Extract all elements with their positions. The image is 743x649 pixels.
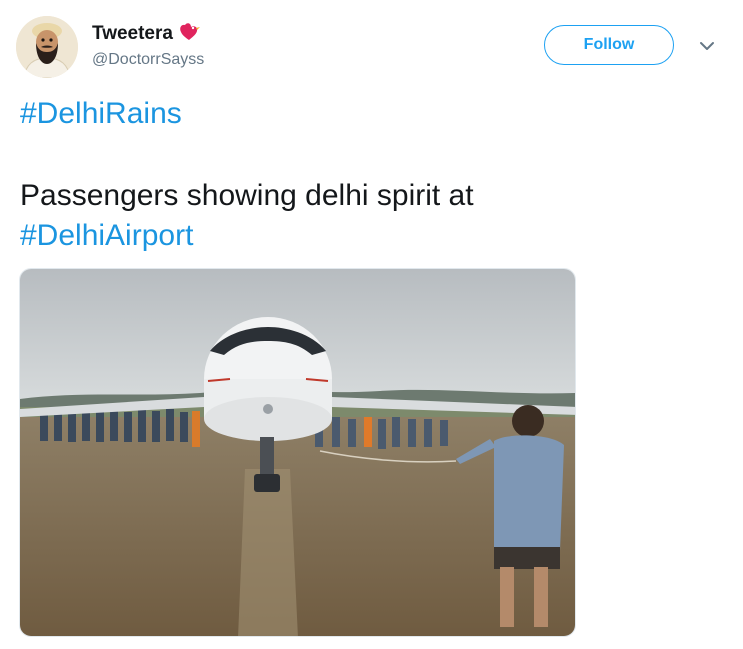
tweet-text-line: Passengers showing delhi spirit at <box>20 179 474 212</box>
bird-heart-icon <box>177 20 201 47</box>
tweet-text: Passengers showing delhi spirit at #Delh… <box>20 176 660 256</box>
chevron-down-icon[interactable] <box>697 38 717 54</box>
hashtag-link[interactable]: #DelhiAirport <box>20 219 193 252</box>
tweet-card: Tweetera @DoctorrSayss Follow #DelhiRain… <box>0 0 743 649</box>
hashtag-link[interactable]: #DelhiRains <box>20 95 182 133</box>
follow-button[interactable]: Follow <box>544 25 674 65</box>
display-name[interactable]: Tweetera <box>92 23 173 45</box>
user-handle[interactable]: @DoctorrSayss <box>92 51 204 69</box>
avatar[interactable] <box>16 16 78 78</box>
name-row: Tweetera <box>92 20 201 47</box>
tweet-photo[interactable] <box>19 268 576 637</box>
